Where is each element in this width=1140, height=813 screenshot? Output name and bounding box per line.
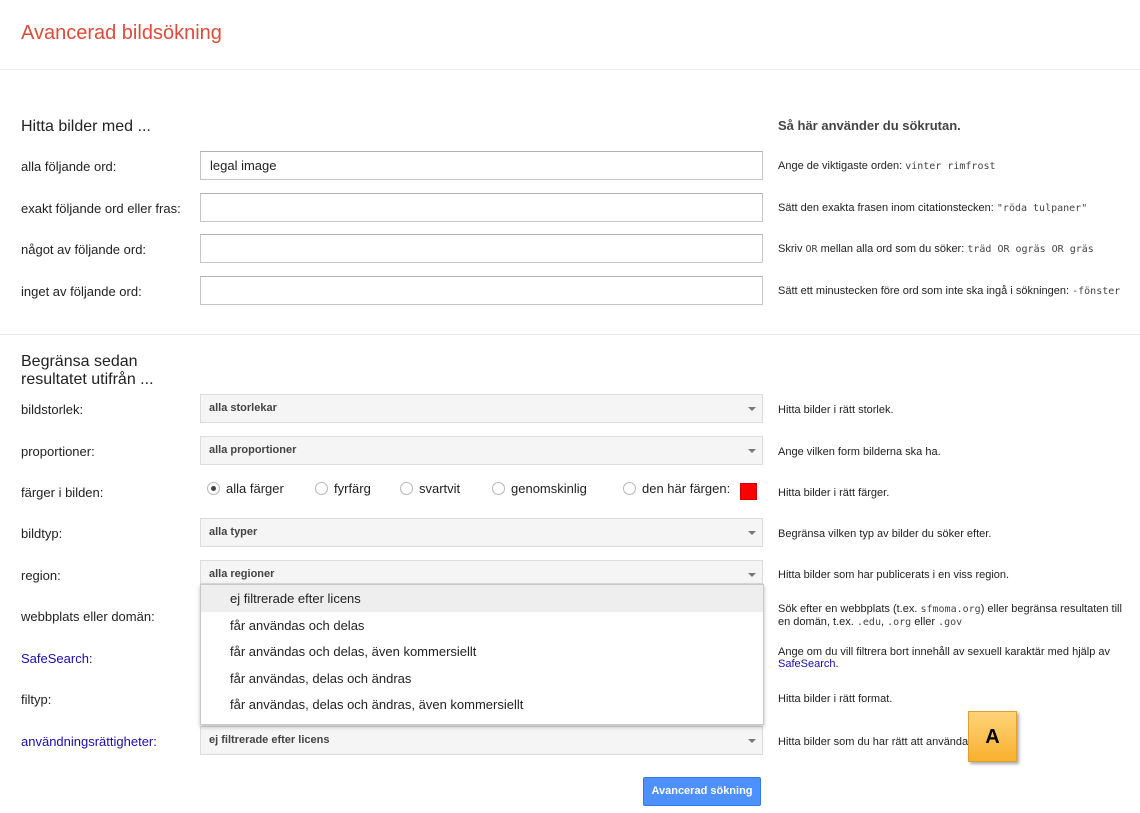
colors-label: färger i bilden: [21,485,104,500]
rights-option[interactable]: får användas, delas och ändras, även kom… [201,691,763,718]
page-title: Avancerad bildsökning [21,22,222,44]
type-select[interactable]: alla typer [200,518,763,547]
rights-select-value: ej filtrerade efter licens [209,734,330,746]
chevron-down-icon [748,449,756,453]
radio-transparent[interactable]: genomskinlig [492,481,587,496]
any-words-help-text2: mellan alla ord som du söker: [817,243,968,255]
radio-transparent-label: genomskinlig [511,481,587,496]
any-words-help-example: träd OR ogräs OR gräs [967,244,1094,255]
any-words-input[interactable] [200,234,763,263]
all-words-help-text: Ange de viktigaste orden: [778,160,906,172]
exact-phrase-help-example: "röda tulpaner" [996,203,1088,214]
chevron-down-icon [748,407,756,411]
safesearch-help-link[interactable]: SafeSearch [778,658,835,670]
safesearch-help: Ange om du vill filtrera bort innehåll a… [778,646,1133,670]
type-help: Begränsa vilken typ av bilder du söker e… [778,528,992,540]
radio-selected-icon [207,482,220,495]
all-words-label: alla följande ord: [21,159,117,174]
type-select-value: alla typer [209,526,258,538]
radio-black-white[interactable]: svartvit [400,481,460,496]
all-words-help: Ange de viktigaste orden: vinter rimfros… [778,160,1133,173]
site-help-mono1: sfmoma.org [920,604,981,615]
header-divider [0,69,1140,70]
rights-dropdown-menu: ej filtrerade efter licens får användas … [200,584,764,725]
radio-this-color[interactable]: den här färgen: [623,481,730,496]
chevron-down-icon [748,531,756,535]
region-help: Hitta bilder som har publicerats i en vi… [778,569,1010,581]
colors-help: Hitta bilder i rätt färger. [778,487,890,499]
aspect-label: proportioner: [21,444,95,459]
safesearch-help-end: . [835,658,839,670]
any-words-help-text: Skriv [778,243,806,255]
site-help-mono2: .edu [856,617,881,628]
region-select[interactable]: alla regioner [200,560,763,584]
none-words-help-example: -fönster [1072,286,1121,297]
radio-all-colors-label: alla färger [226,481,284,496]
exact-phrase-input[interactable] [200,193,763,222]
size-help: Hitta bilder i rätt storlek. [778,404,894,416]
rights-option[interactable]: får användas och delas, även kommersiell… [201,638,763,665]
none-words-help: Sätt ett minustecken före ord som inte s… [778,285,1133,298]
aspect-select-value: alla proportioner [209,444,297,456]
site-help-d: eller [911,616,939,628]
size-select-value: alla storlekar [209,402,277,414]
none-words-label: inget av följande ord: [21,284,142,299]
radio-this-color-label: den här färgen: [642,481,731,496]
site-label: webbplats eller domän: [21,609,155,624]
exact-phrase-help: Sätt den exakta frasen inom citationstec… [778,202,1133,215]
site-help-mono4: .gov [938,617,963,628]
radio-black-white-label: svartvit [419,481,461,496]
filetype-label: filtyp: [21,692,52,707]
radio-icon [623,482,636,495]
help-heading: Så här använder du sökrutan. [778,118,961,133]
any-words-label: något av följande ord: [21,242,147,257]
rights-option[interactable]: får användas, delas och ändras [201,665,763,692]
type-label: bildtyp: [21,526,63,541]
color-swatch[interactable] [740,483,757,500]
any-words-help: Skriv OR mellan alla ord som du söker: t… [778,243,1133,256]
narrow-section-heading: Begränsa sedan resultatet utifrån ... [21,353,154,389]
region-label: region: [21,568,61,583]
safesearch-link[interactable]: SafeSearch: [21,651,93,666]
rights-link[interactable]: användningsrättigheter: [21,734,157,749]
section-divider [0,334,1140,335]
rights-select[interactable]: ej filtrerade efter licens [200,726,763,755]
radio-full-color[interactable]: fyrfärg [315,481,371,496]
rights-option[interactable]: får användas och delas [201,612,763,639]
find-section-heading: Hitta bilder med ... [21,118,151,135]
radio-all-colors[interactable]: alla färger [207,481,284,496]
rights-help: Hitta bilder som du har rätt att använda… [778,736,972,748]
radio-icon [400,482,413,495]
all-words-help-example: vinter rimfrost [905,161,996,172]
radio-icon [492,482,505,495]
filetype-help: Hitta bilder i rätt format. [778,693,893,705]
size-label: bildstorlek: [21,402,84,417]
aspect-select[interactable]: alla proportioner [200,436,763,465]
any-words-help-or: OR [805,244,818,255]
exact-phrase-help-text: Sätt den exakta frasen inom citationstec… [778,202,997,214]
exact-phrase-label: exakt följande ord eller fras: [21,201,181,216]
narrow-heading-line2: resultatet utifrån ... [21,371,154,388]
radio-icon [315,482,328,495]
site-help-mono3: .org [887,617,912,628]
region-select-value: alla regioner [209,568,275,580]
none-words-help-text: Sätt ett minustecken före ord som inte s… [778,285,1073,297]
none-words-input[interactable] [200,276,763,305]
rights-option[interactable]: ej filtrerade efter licens [201,585,763,612]
narrow-heading-line1: Begränsa sedan [21,353,138,370]
aspect-help: Ange vilken form bilderna ska ha. [778,446,941,458]
all-words-input[interactable]: legal image [200,151,763,180]
size-select[interactable]: alla storlekar [200,394,763,423]
radio-full-color-label: fyrfärg [334,481,371,496]
annotation-callout: A [968,711,1017,762]
chevron-down-icon [748,739,756,743]
safesearch-help-text: Ange om du vill filtrera bort innehåll a… [778,646,1110,658]
site-help-a: Sök efter en webbplats (t.ex. [778,603,921,615]
site-help: Sök efter en webbplats (t.ex. sfmoma.org… [778,603,1133,629]
chevron-down-icon [748,573,756,577]
advanced-search-button[interactable]: Avancerad sökning [643,777,761,806]
